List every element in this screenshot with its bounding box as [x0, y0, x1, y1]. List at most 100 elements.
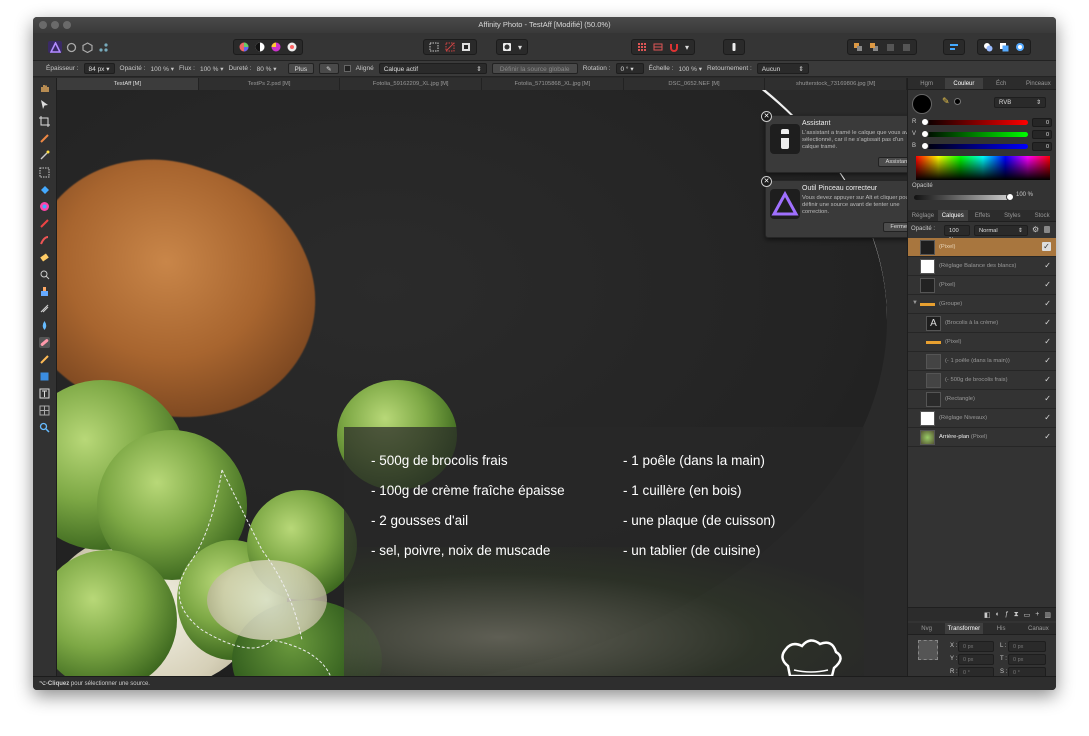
pen-tool-icon[interactable]: [39, 354, 50, 365]
white-balance-icon[interactable]: [285, 41, 299, 53]
doc-tab[interactable]: TestAff [M]: [57, 78, 199, 90]
layer-row[interactable]: (Réglage Balance des blancs) ✓: [908, 257, 1056, 276]
layer-row[interactable]: (Pixel) ✓: [908, 333, 1056, 352]
export-persona-icon[interactable]: [96, 41, 110, 53]
arrange-top-icon[interactable]: [899, 41, 913, 53]
arrange-back-icon[interactable]: [851, 41, 865, 53]
live-filter-icon[interactable]: ⧗: [1014, 611, 1019, 619]
doc-tab[interactable]: DSC_0652.NEF [M]: [624, 78, 766, 90]
tab-navigator[interactable]: Nvg: [908, 623, 945, 634]
layer-row[interactable]: (- 1 poêle (dans la main)) ✓: [908, 352, 1056, 371]
close-icon[interactable]: ✕: [761, 176, 772, 187]
layer-row[interactable]: ▼ (Groupe) ✓: [908, 295, 1056, 314]
chevron-down-icon[interactable]: ▾: [683, 41, 691, 53]
global-source-button[interactable]: Définir la source globale: [491, 63, 578, 74]
subtract-icon[interactable]: [997, 41, 1011, 53]
hsl-icon[interactable]: [269, 41, 283, 53]
tab-channels[interactable]: Canaux: [1020, 623, 1056, 634]
intersect-icon[interactable]: [1013, 41, 1027, 53]
select-all-icon[interactable]: [427, 41, 441, 53]
color-spectrum[interactable]: [916, 156, 1050, 180]
text-tool-icon[interactable]: [39, 388, 50, 399]
guides-icon[interactable]: [651, 41, 665, 53]
layer-row[interactable]: (Pixel) ✓: [908, 238, 1056, 257]
tab-effects[interactable]: Effets: [968, 210, 998, 221]
close-window-button[interactable]: [39, 21, 47, 29]
selection-brush-icon[interactable]: [39, 133, 50, 144]
more-button[interactable]: Plus: [287, 63, 315, 74]
liquify-persona-icon[interactable]: [64, 41, 78, 53]
smudge-tool-icon[interactable]: [39, 320, 50, 331]
chevron-down-icon[interactable]: ▾: [516, 41, 524, 53]
tab-history[interactable]: His: [983, 623, 1020, 634]
flow-dropdown[interactable]: 100 % ▾: [200, 65, 224, 73]
deselect-icon[interactable]: [443, 41, 457, 53]
arrange-front-icon[interactable]: [883, 41, 897, 53]
x-field[interactable]: 0 px: [958, 641, 994, 652]
invert-selection-icon[interactable]: [459, 41, 473, 53]
healing-brush-icon[interactable]: [39, 337, 50, 348]
layer-row[interactable]: A (Brocolis à la crème) ✓: [908, 314, 1056, 333]
color-wheel-icon[interactable]: [237, 41, 251, 53]
lock-icon[interactable]: [1044, 226, 1050, 233]
fill-color-swatch[interactable]: [912, 94, 932, 114]
zoom-tool-icon[interactable]: [39, 422, 50, 433]
anchor-point-icon[interactable]: [918, 640, 938, 660]
document-canvas[interactable]: - 500g de brocolis frais - 100g de crème…: [57, 90, 907, 676]
tab-transform[interactable]: Transformer: [945, 623, 983, 634]
photo-persona-icon[interactable]: [48, 41, 62, 53]
brush-settings-icon[interactable]: ✎: [319, 63, 339, 74]
hardness-dropdown[interactable]: 80 % ▾: [257, 65, 277, 73]
blue-slider[interactable]: [921, 142, 1028, 150]
source-dropdown[interactable]: Calque actif ⇕: [378, 63, 487, 74]
stroke-color-swatch[interactable]: [954, 98, 961, 105]
opacity-dropdown[interactable]: 100 % ▾: [151, 65, 175, 73]
grid-icon[interactable]: [635, 41, 649, 53]
paint-brush-icon[interactable]: [39, 218, 50, 229]
contrast-icon[interactable]: [253, 41, 267, 53]
layer-row[interactable]: Arrière-plan (Pixel) ✓: [908, 428, 1056, 447]
tab-stock[interactable]: Stock: [1027, 210, 1056, 221]
add-icon[interactable]: [981, 41, 995, 53]
close-icon[interactable]: ✕: [761, 111, 772, 122]
snapping-magnet-icon[interactable]: [667, 41, 681, 53]
trash-icon[interactable]: ▥: [1044, 611, 1051, 619]
tab-color[interactable]: Couleur: [945, 78, 983, 89]
flood-fill-icon[interactable]: [39, 184, 50, 195]
doc-tab[interactable]: shutterstock_73169806.jpg [M]: [765, 78, 908, 90]
minimize-window-button[interactable]: [51, 21, 59, 29]
aligned-checkbox[interactable]: [343, 65, 351, 72]
layer-row[interactable]: (Réglage Niveaux) ✓: [908, 409, 1056, 428]
tab-styles[interactable]: Styles: [997, 210, 1027, 221]
w-field[interactable]: 0 px: [1008, 641, 1046, 652]
layer-row[interactable]: (- 500g de brocolis frais) ✓: [908, 371, 1056, 390]
layer-row[interactable]: (Pixel) ✓: [908, 276, 1056, 295]
red-value[interactable]: 0: [1032, 118, 1052, 127]
crop-tool-icon[interactable]: [39, 116, 50, 127]
quick-mask-icon[interactable]: [500, 41, 514, 53]
develop-persona-icon[interactable]: [80, 41, 94, 53]
tab-swatches[interactable]: Éch: [983, 78, 1020, 89]
gradient-tool-icon[interactable]: [39, 201, 50, 212]
clone-brush-icon[interactable]: [39, 286, 50, 297]
gear-icon[interactable]: ⚙: [1032, 225, 1039, 234]
folder-icon[interactable]: ▭: [1024, 611, 1031, 619]
flood-select-icon[interactable]: [39, 150, 50, 161]
y-field[interactable]: 0 px: [958, 654, 994, 665]
marquee-tool-icon[interactable]: [39, 167, 50, 178]
green-value[interactable]: 0: [1032, 130, 1052, 139]
tab-layers[interactable]: Calques: [937, 210, 968, 221]
erase-brush-icon[interactable]: [39, 252, 50, 263]
arrange-forward-icon[interactable]: [867, 41, 881, 53]
blue-value[interactable]: 0: [1032, 142, 1052, 151]
eyedropper-icon[interactable]: ✎: [942, 96, 950, 107]
rotation-dropdown[interactable]: 0 ° ▾: [615, 63, 644, 74]
layer-opacity-dropdown[interactable]: 100 %: [944, 225, 970, 243]
dodge-tool-icon[interactable]: [39, 269, 50, 280]
layer-row[interactable]: (Rectangle) ✓: [908, 390, 1056, 409]
mask-icon[interactable]: ◧: [984, 611, 991, 619]
flip-dropdown[interactable]: Aucun ⇕: [756, 63, 809, 74]
scale-dropdown[interactable]: 100 % ▾: [678, 65, 702, 73]
close-notification-button[interactable]: Fermer: [883, 222, 907, 232]
rectangle-tool-icon[interactable]: [39, 371, 50, 382]
